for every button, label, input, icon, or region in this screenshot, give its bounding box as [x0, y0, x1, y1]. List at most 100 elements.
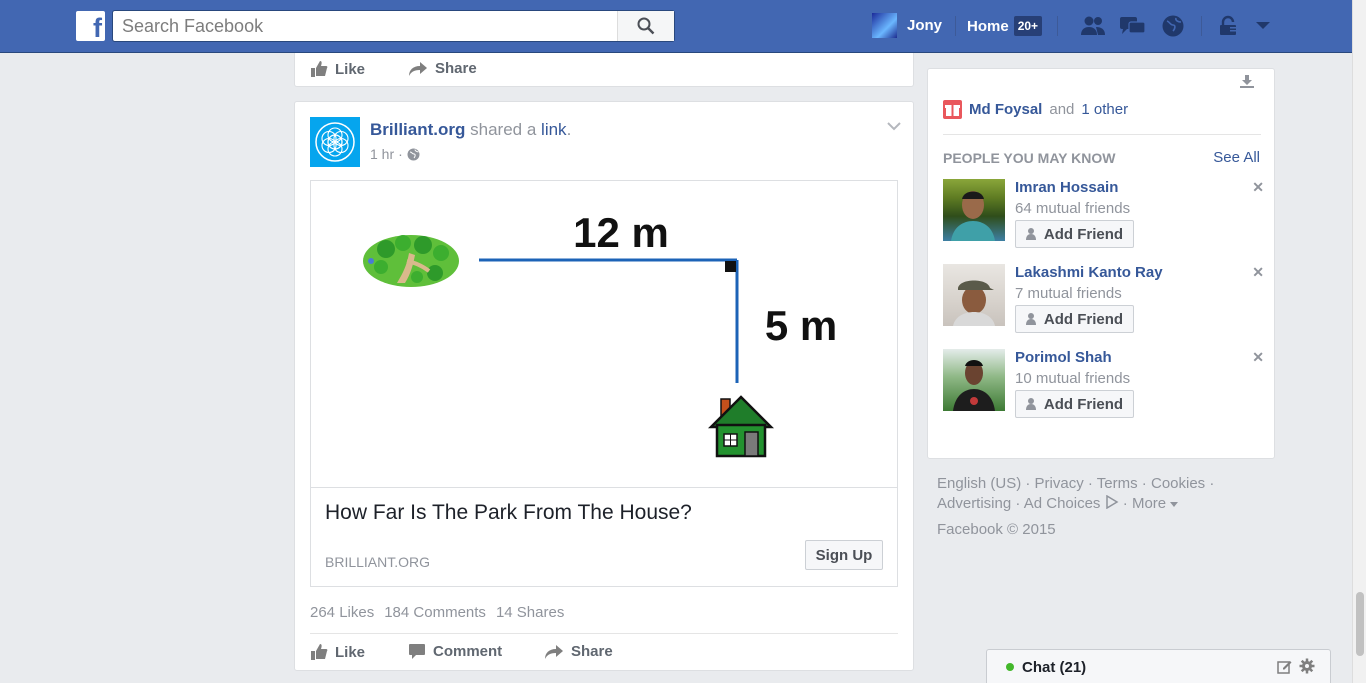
share-button[interactable]: Share: [408, 60, 477, 77]
divider: [943, 134, 1261, 135]
person-name[interactable]: Imran Hossain: [1015, 179, 1118, 196]
add-friend-icon: [1025, 313, 1036, 325]
top-navigation-bar: f Jony Home 20+: [0, 0, 1352, 53]
home-link[interactable]: Home 20+: [967, 16, 1043, 36]
footer-link-ad-choices[interactable]: Ad Choices: [1024, 495, 1101, 512]
privacy-lock-icon[interactable]: [1215, 13, 1243, 39]
share-icon: [409, 61, 427, 76]
post-header-line: Brilliant.org shared a link.: [370, 120, 571, 140]
scrollbar-thumb[interactable]: [1356, 592, 1364, 656]
birthday-and: and: [1049, 101, 1075, 118]
brilliant-logo-icon: [315, 122, 355, 162]
comments-count[interactable]: 184 Comments: [384, 604, 486, 621]
mutual-friends[interactable]: 10 mutual friends: [1015, 370, 1130, 387]
search-input[interactable]: [113, 11, 618, 41]
like-label: Like: [335, 60, 366, 78]
see-all-link[interactable]: See All: [1213, 149, 1260, 166]
birthday-other[interactable]: 1 other: [1081, 101, 1128, 118]
like-button[interactable]: Like: [310, 643, 365, 661]
footer-link-cookies[interactable]: Cookies: [1151, 475, 1205, 492]
search-box: [112, 10, 675, 42]
download-icon[interactable]: [1239, 75, 1255, 92]
author-avatar[interactable]: [310, 117, 360, 167]
add-friend-label: Add Friend: [1043, 225, 1124, 243]
add-friend-button[interactable]: Add Friend: [1015, 220, 1134, 248]
more-caret-icon[interactable]: [1170, 502, 1179, 508]
news-feed-post: Brilliant.org shared a link. 1 hr · 12 m…: [294, 101, 914, 671]
right-angle-marker: [725, 261, 736, 272]
sign-up-button[interactable]: Sign Up: [805, 540, 883, 570]
add-friend-label: Add Friend: [1043, 310, 1124, 328]
avatar[interactable]: [943, 349, 1005, 411]
share-icon: [545, 644, 563, 659]
footer-links-line2: Advertising · Ad Choices · More: [937, 494, 1237, 514]
nav-divider: [1201, 16, 1202, 36]
like-button[interactable]: Like: [310, 60, 365, 78]
comment-icon: [409, 644, 425, 659]
facebook-logo-icon[interactable]: f: [76, 11, 105, 43]
nav-divider: [1057, 16, 1058, 36]
profile-name: Jony: [907, 17, 943, 34]
person-name[interactable]: Porimol Shah: [1015, 349, 1112, 366]
add-friend-button[interactable]: Add Friend: [1015, 305, 1134, 333]
share-label: Share: [571, 643, 613, 660]
profile-link[interactable]: Jony: [872, 13, 942, 38]
link-title[interactable]: How Far Is The Park From The House?: [325, 501, 692, 525]
online-status-dot: [1006, 663, 1014, 671]
footer-link-terms[interactable]: Terms: [1097, 475, 1138, 492]
chevron-down-icon[interactable]: [1249, 13, 1277, 39]
dismiss-close-icon[interactable]: ✕: [1252, 264, 1264, 281]
page-scrollbar[interactable]: [1352, 0, 1366, 683]
avatar[interactable]: [943, 264, 1005, 326]
post-meta: 1 hr ·: [370, 146, 420, 162]
copyright: Facebook © 2015: [937, 521, 1056, 538]
footer-link-more[interactable]: More: [1132, 495, 1166, 512]
add-friend-button[interactable]: Add Friend: [1015, 390, 1134, 418]
gift-icon: [943, 100, 962, 119]
nav-divider: [955, 16, 956, 36]
dismiss-close-icon[interactable]: ✕: [1252, 349, 1264, 366]
post-options-chevron-icon[interactable]: [887, 118, 901, 134]
friend-requests-icon[interactable]: [1079, 13, 1107, 39]
comment-button[interactable]: Comment: [408, 643, 502, 660]
add-friend-icon: [1025, 228, 1036, 240]
person-name[interactable]: Lakashmi Kanto Ray: [1015, 264, 1163, 281]
footer-link-advertising[interactable]: Advertising: [937, 495, 1011, 512]
comment-label: Comment: [433, 643, 503, 660]
ad-choices-icon: [1105, 494, 1119, 510]
meta-dot: ·: [398, 146, 403, 162]
likes-count[interactable]: 264 Likes: [310, 604, 374, 621]
avatar[interactable]: [943, 179, 1005, 241]
chat-tab[interactable]: Chat (21): [986, 649, 1331, 683]
share-button[interactable]: Share: [544, 643, 613, 660]
footer-link-language[interactable]: English (US): [937, 475, 1021, 492]
horizontal-distance-label: 12 m: [573, 209, 669, 256]
shared-link[interactable]: link: [541, 120, 567, 139]
vertical-distance-label: 5 m: [765, 302, 837, 349]
post-time[interactable]: 1 hr: [370, 146, 394, 162]
link-attachment[interactable]: 12 m 5 m How Far Is The Park From The Ho…: [310, 180, 898, 587]
search-icon: [637, 17, 655, 35]
footer-link-privacy[interactable]: Privacy: [1035, 475, 1084, 492]
search-button[interactable]: [617, 11, 674, 41]
messages-icon[interactable]: [1119, 13, 1147, 39]
dismiss-close-icon[interactable]: ✕: [1252, 179, 1264, 196]
mutual-friends[interactable]: 7 mutual friends: [1015, 285, 1122, 302]
shared-text: shared a: [470, 120, 537, 139]
house-illustration: [707, 395, 775, 458]
like-label: Like: [335, 643, 366, 661]
page-footer: English (US) · Privacy · Terms · Cookies…: [937, 474, 1237, 540]
previous-post-actions: Like Share: [294, 53, 914, 87]
mutual-friends[interactable]: 64 mutual friends: [1015, 200, 1130, 217]
right-sidebar-card: Md Foysal and 1 other PEOPLE YOU MAY KNO…: [927, 68, 1275, 459]
period: .: [566, 120, 572, 139]
birthday-name[interactable]: Md Foysal: [969, 101, 1042, 118]
post-author[interactable]: Brilliant.org: [370, 120, 465, 139]
attachment-image: 12 m 5 m: [311, 181, 897, 488]
chat-settings-gear-icon[interactable]: [1299, 658, 1315, 677]
notifications-globe-icon[interactable]: [1159, 13, 1187, 39]
shares-count[interactable]: 14 Shares: [496, 604, 564, 621]
footer-links-line1: English (US) · Privacy · Terms · Cookies…: [937, 475, 1215, 492]
new-message-edit-icon[interactable]: [1277, 659, 1292, 677]
divider: [310, 633, 898, 634]
